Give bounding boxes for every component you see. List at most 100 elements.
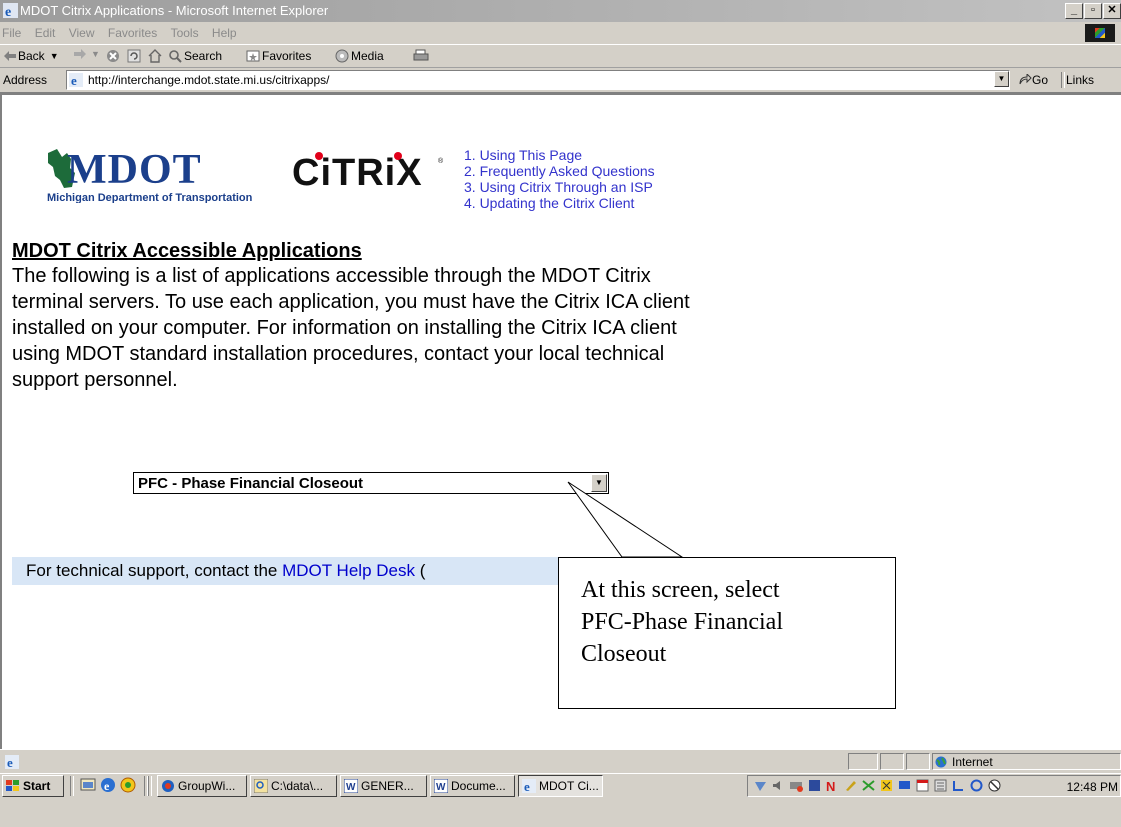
start-button[interactable]: Start	[2, 775, 64, 797]
list-item: 4. Updating the Citrix Client	[464, 195, 655, 211]
search-label: Search	[184, 49, 223, 63]
task-mdot-citrix[interactable]: e MDOT Ci...	[518, 775, 603, 797]
tray-arrow-icon[interactable]	[952, 779, 965, 792]
search-button[interactable]: Search	[168, 49, 222, 63]
annotation-callout: At this screen, select PFC-Phase Financi…	[558, 557, 896, 709]
svg-text:e: e	[71, 73, 77, 87]
svg-text:e: e	[7, 755, 13, 769]
media-label: Media	[351, 49, 384, 63]
standard-toolbar: Back ▼ ▼ Search Favorites Media	[0, 45, 1121, 68]
maximize-button[interactable]: ▫	[1084, 3, 1102, 19]
internet-explorer-icon: e	[522, 779, 536, 793]
application-select[interactable]: PFC - Phase Financial Closeout ▼	[133, 472, 609, 494]
task-folder[interactable]: C:\data\...	[250, 775, 337, 797]
svg-text:e: e	[104, 779, 110, 793]
window-title-bar[interactable]: e MDOT Citrix Applications - Microsoft I…	[0, 0, 1121, 22]
media-button[interactable]: Media	[335, 49, 384, 63]
page-title: MDOT Citrix Accessible Applications	[12, 240, 362, 262]
zone-label: Internet	[952, 755, 993, 769]
using-this-page-link[interactable]: 1. Using This Page	[464, 147, 582, 163]
task-label: GroupWi...	[178, 779, 236, 793]
faq-link[interactable]: 2. Frequently Asked Questions	[464, 163, 655, 179]
security-zone: Internet	[935, 755, 993, 769]
tray-network-icon[interactable]	[754, 779, 767, 792]
menu-view[interactable]: View	[64, 22, 100, 40]
tray-keyboard-icon[interactable]	[790, 779, 803, 792]
minimize-button[interactable]: _	[1065, 3, 1083, 19]
internet-explorer-icon[interactable]: e	[100, 777, 116, 793]
home-button[interactable]	[148, 49, 164, 63]
system-tray: N 12:48 PM	[747, 775, 1121, 797]
tray-pen-icon[interactable]	[844, 779, 857, 792]
tray-monitor-icon[interactable]	[898, 779, 911, 792]
show-desktop-icon[interactable]	[80, 777, 96, 793]
tray-scheduler-icon[interactable]	[880, 779, 893, 792]
address-input[interactable]: e http://interchange.mdot.state.mi.us/ci…	[66, 70, 1010, 90]
mdot-logo-subtitle: Michigan Department of Transportation	[47, 192, 253, 203]
task-label: Docume...	[451, 779, 506, 793]
application-select-value: PFC - Phase Financial Closeout	[138, 475, 364, 492]
task-label: MDOT Ci...	[539, 779, 599, 793]
windows-logo-icon	[1085, 24, 1115, 42]
citrix-through-isp-link[interactable]: 3. Using Citrix Through an ISP	[464, 179, 653, 195]
go-arrow-icon	[1019, 74, 1032, 85]
favorites-icon	[246, 50, 260, 62]
intro-paragraph: The following is a list of applications …	[12, 265, 690, 391]
back-button[interactable]: Back ▼	[4, 49, 59, 63]
menu-bar: File Edit View Favorites Tools Help	[0, 22, 1121, 45]
tray-connection-icon[interactable]	[862, 779, 875, 792]
menu-edit[interactable]: Edit	[30, 22, 61, 40]
print-button[interactable]	[413, 49, 431, 63]
address-dropdown-button[interactable]: ▼	[994, 71, 1009, 87]
task-groupwise[interactable]: GroupWi...	[157, 775, 247, 797]
forward-button[interactable]: ▼	[74, 49, 100, 59]
go-label: Go	[1032, 73, 1049, 87]
tray-refresh-icon[interactable]	[970, 779, 983, 792]
refresh-icon	[127, 49, 141, 63]
stop-button[interactable]	[106, 49, 122, 63]
menu-file[interactable]: File	[0, 22, 26, 40]
tray-calendar-icon[interactable]	[916, 779, 929, 792]
tray-speaker-icon[interactable]	[772, 779, 785, 792]
menu-tools[interactable]: Tools	[166, 22, 204, 40]
menu-favorites[interactable]: Favorites	[103, 22, 162, 40]
svg-text:CiTRiX: CiTRiX	[292, 152, 423, 194]
back-arrow-icon	[4, 51, 16, 61]
tray-norton-icon[interactable]: N	[826, 779, 839, 792]
chevron-down-icon[interactable]: ▼	[591, 474, 607, 492]
close-button[interactable]: ✕	[1103, 3, 1121, 19]
forward-arrow-icon	[74, 49, 86, 59]
stop-icon	[107, 50, 119, 62]
favorites-button[interactable]: Favorites	[246, 49, 311, 63]
refresh-button[interactable]	[127, 49, 143, 63]
status-bar: e Internet	[0, 749, 1121, 774]
address-url: http://interchange.mdot.state.mi.us/citr…	[88, 73, 330, 87]
svg-text:e: e	[5, 5, 11, 18]
address-bar: Address e http://interchange.mdot.state.…	[0, 68, 1121, 93]
links-button[interactable]: Links	[1066, 73, 1094, 87]
globe-icon	[935, 756, 947, 768]
tray-blocked-icon[interactable]	[988, 779, 1001, 792]
tray-list-icon[interactable]	[934, 779, 947, 792]
window-title: MDOT Citrix Applications - Microsoft Int…	[20, 3, 329, 18]
go-button[interactable]: Go	[1018, 73, 1048, 87]
task-word-document[interactable]: W Docume...	[430, 775, 515, 797]
browser-icon[interactable]	[120, 777, 136, 793]
svg-text:®: ®	[438, 157, 444, 165]
menu-help[interactable]: Help	[207, 22, 242, 40]
citrix-logo: CiTRiX ®	[292, 152, 444, 194]
updating-citrix-client-link[interactable]: 4. Updating the Citrix Client	[464, 195, 634, 211]
svg-text:W: W	[346, 782, 356, 793]
support-text: For technical support, contact the MDOT …	[26, 561, 425, 581]
callout-line: PFC-Phase Financial	[581, 609, 783, 635]
list-item: 1. Using This Page	[464, 147, 655, 163]
groupwise-icon	[162, 780, 174, 792]
forward-dropdown-icon[interactable]: ▼	[91, 49, 100, 59]
list-item: 2. Frequently Asked Questions	[464, 163, 655, 179]
help-desk-link[interactable]: MDOT Help Desk	[282, 561, 415, 580]
back-dropdown-icon[interactable]: ▼	[50, 51, 59, 61]
task-word-general[interactable]: W GENER...	[340, 775, 427, 797]
taskbar-clock[interactable]: 12:48 PM	[1067, 780, 1118, 794]
callout-line: At this screen, select	[581, 577, 780, 603]
tray-app-icon[interactable]	[808, 779, 821, 792]
